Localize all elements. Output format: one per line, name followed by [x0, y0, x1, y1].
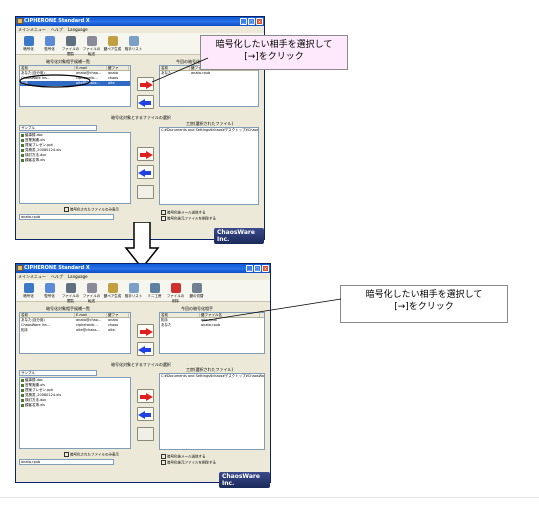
company-logo: ChaosWare Inc. [214, 228, 264, 244]
delete-icon [170, 283, 181, 293]
folder-combo[interactable]: サンプル [19, 370, 97, 376]
remove-partner-button[interactable] [137, 342, 154, 356]
keyfile-field[interactable]: anata.rpub [19, 459, 114, 465]
callout-top: 暗号化したい相手を選択して [→]をクリック [200, 35, 348, 70]
selected-file-list: C:¥Documents and Settings¥chaos¥デスクトップ¥C… [159, 127, 259, 205]
delete-original-checkbox[interactable]: 暗号化後元ファイルを削除する [161, 216, 216, 222]
decrypt-button[interactable]: 復号化 [40, 282, 59, 299]
send-mail-checkbox[interactable]: 暗号化後メール送信する [161, 454, 206, 460]
callout-bottom: 暗号化したい相手を選択して [→]をクリック [340, 285, 508, 323]
minimize-button[interactable]: _ [240, 18, 247, 25]
add-file-button[interactable] [137, 389, 154, 403]
list-item[interactable]: C:¥Documents and Settings¥chaos¥デスクトップ¥C… [160, 128, 258, 133]
footer-divider [0, 497, 539, 498]
remove-file-button[interactable] [137, 407, 154, 421]
arrow-right-icon [140, 151, 153, 159]
menu-main[interactable]: メインメニュー [18, 273, 46, 280]
show-encrypted-checkbox[interactable]: 暗号化されたファイルのみ表示 [64, 452, 119, 458]
list-item[interactable]: 顧客名簿.xls [20, 403, 130, 408]
keypair-icon [107, 283, 118, 293]
arrow-left-icon [138, 411, 151, 419]
menu-bar: メインメニュー ヘルプ Language [16, 26, 264, 33]
maximize-button[interactable]: □ [254, 265, 261, 272]
delete-original-checkbox[interactable]: 暗号化後元ファイルを削除する [161, 460, 216, 466]
arrow-right-icon [140, 328, 153, 336]
file-list: 議事録.doc 営業実績.xls 提案プレゼン.ppt 見積書_20080124… [19, 377, 131, 449]
mini-studio-button[interactable]: ミニ工房 [145, 282, 164, 299]
arrow-right-icon [140, 393, 153, 401]
menu-language[interactable]: Language [68, 273, 88, 280]
remove-file-button[interactable] [137, 165, 154, 179]
transfer-file-button[interactable]: ファイルの転送 [82, 35, 101, 56]
keypair-button[interactable]: 鍵ペア生成 [103, 282, 122, 299]
partner-list-icon [128, 36, 139, 46]
file-section-title: 暗号化対象とするファイルの選択 [111, 115, 171, 120]
remove-partner-button[interactable] [137, 95, 154, 109]
arrow-left-icon [138, 99, 151, 107]
window-title: CIPHERONE Standard X [24, 18, 90, 24]
transfer-file-icon [86, 36, 97, 46]
callout-pointer-bottom [201, 298, 342, 322]
file-action-button[interactable] [137, 427, 154, 441]
menu-help[interactable]: ヘルプ [51, 273, 63, 280]
transfer-file-icon [86, 283, 97, 293]
view-file-icon [65, 283, 76, 293]
decrypt-icon [44, 283, 55, 293]
close-button[interactable]: × [262, 265, 269, 272]
encrypt-icon [23, 36, 34, 46]
list-item[interactable]: 顧客名簿.xls [20, 158, 130, 163]
encrypt-icon [23, 283, 34, 293]
list-item[interactable]: 相手 aite@chaos... aite. [20, 328, 130, 333]
company-logo: ChaosWare Inc. [219, 472, 270, 488]
view-file-icon [65, 36, 76, 46]
app-icon [17, 18, 23, 24]
menu-main[interactable]: メインメニュー [18, 26, 46, 33]
menu-bar: メインメニュー ヘルプ Language [16, 273, 270, 280]
menu-language[interactable]: Language [68, 26, 88, 33]
keypair-icon [107, 36, 118, 46]
add-file-button[interactable] [137, 147, 154, 161]
delete-file-button[interactable]: ファイルの削除 [166, 282, 185, 303]
partner-list-button[interactable]: 相手リスト [124, 282, 143, 299]
callout-pointer-top [151, 57, 209, 83]
decrypt-icon [44, 36, 55, 46]
mini-studio-icon [149, 283, 160, 293]
highlight-ellipse [19, 74, 91, 88]
close-button[interactable]: × [256, 18, 263, 25]
file-list: 議事録.doc 営業実績.xls 提案プレゼン.ppt 見積書_20080124… [19, 132, 131, 204]
keypair-button[interactable]: 鍵ペア生成 [103, 35, 122, 52]
add-partner-button[interactable] [137, 324, 154, 338]
app-icon [17, 265, 23, 271]
selected-file-list: C:¥Documents and Settings¥chaos¥デスクトップ¥C… [159, 373, 265, 450]
maximize-button[interactable]: □ [248, 18, 255, 25]
list-item[interactable]: C:¥Documents and Settings¥chaos¥デスクトップ¥C… [160, 374, 264, 379]
encrypt-button[interactable]: 暗号化 [19, 282, 38, 299]
encrypt-button[interactable]: 暗号化 [19, 35, 38, 52]
transfer-file-button[interactable]: ファイルの転送 [82, 282, 101, 303]
title-bar: CIPHERONE Standard X _ □ × [16, 17, 264, 26]
switch-key-icon [191, 283, 202, 293]
file-section-title: 暗号化対象とするファイルの選択 [111, 362, 171, 367]
menu-help[interactable]: ヘルプ [51, 26, 63, 33]
view-file-button[interactable]: ファイルの閲覧 [61, 282, 80, 303]
file-action-button[interactable] [137, 185, 154, 199]
decrypt-button[interactable]: 復号化 [40, 35, 59, 52]
candidate-list: 名前 E-mail 鍵ファ あなた(自分用) anata@chao... anata C… [19, 312, 131, 354]
folder-combo[interactable]: サンプル [19, 125, 97, 131]
minimize-button[interactable]: _ [246, 265, 253, 272]
send-mail-checkbox[interactable]: 暗号化後メール送信する [161, 210, 206, 216]
partner-list-icon [128, 283, 139, 293]
keyfile-field[interactable]: anata.rpub [19, 214, 114, 220]
title-bar: CIPHERONE Standard X _ □ × [16, 264, 270, 273]
show-encrypted-checkbox[interactable]: 暗号化されたファイルのみ表示 [64, 207, 119, 213]
arrow-left-icon [138, 169, 151, 177]
window-title: CIPHERONE Standard X [24, 265, 90, 271]
view-file-button[interactable]: ファイルの閲覧 [61, 35, 80, 56]
arrow-left-icon [138, 346, 151, 354]
partner-list-button[interactable]: 相手リスト [124, 35, 143, 52]
